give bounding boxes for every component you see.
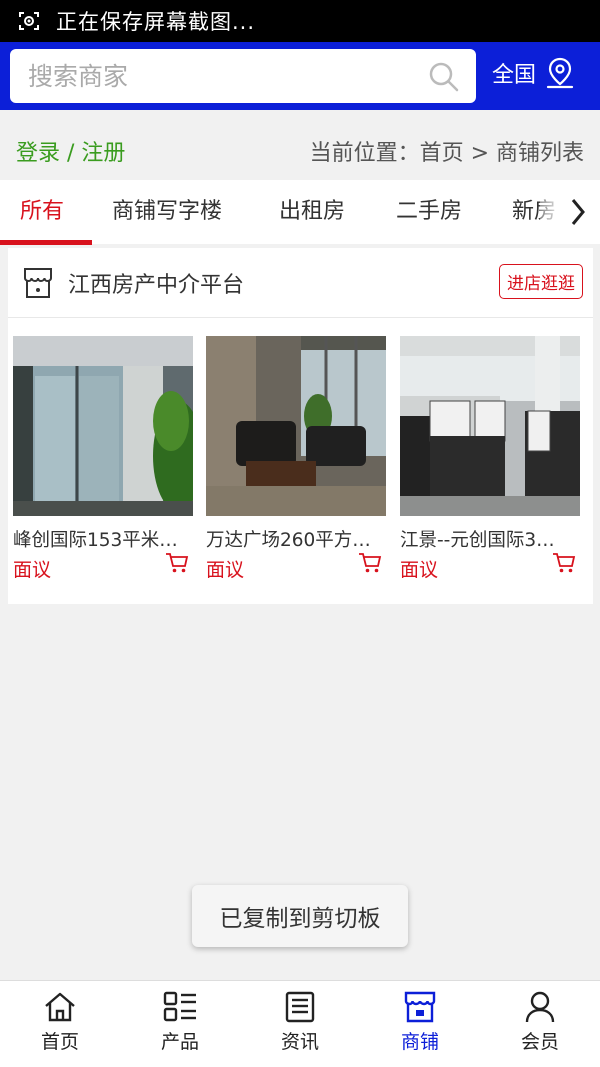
news-icon [285,991,315,1023]
user-icon [525,991,555,1023]
product-photo[interactable] [13,336,203,516]
region-label: 全国 [492,63,537,88]
copied-toast: 已复制到剪切板 [192,885,408,947]
chevron-right-icon [571,199,585,225]
product-photo[interactable] [400,336,580,516]
search-box[interactable] [10,49,476,103]
breadcrumb: 登录 / 注册 当前位置：首页 > 商铺列表 [0,124,600,178]
login-register-link[interactable]: 登录 / 注册 [16,135,125,167]
nav-products-label: 产品 [160,1031,199,1053]
screenshot-icon [19,12,39,30]
nav-shops[interactable]: 商铺 [360,981,480,1067]
status-bar: 正在保存屏幕截图... [0,0,600,42]
visit-shop-button[interactable]: 进店逛逛 [499,264,583,299]
tab-all[interactable]: 所有 [20,180,64,244]
search-input[interactable] [28,61,418,91]
cart-icon[interactable] [165,552,189,574]
cart-icon[interactable] [552,552,576,574]
product-card[interactable]: 万达广场260平方… 面议 [206,336,386,582]
product-title[interactable]: 万达广场260平方… [206,526,378,552]
region-selector[interactable]: 全国 [492,56,576,90]
active-tab-indicator [0,240,92,245]
current-location: 当前位置：首页 > 商铺列表 [309,141,584,166]
shop-card: 江西房产中介平台 进店逛逛 峰创国际153平米… 面议 万达广场260平方… 面… [8,248,593,604]
product-title[interactable]: 江景--元创国际3… [400,526,572,552]
nav-home[interactable]: 首页 [0,981,120,1067]
product-photo[interactable] [206,336,386,516]
product-card[interactable]: 峰创国际153平米… 面议 [13,336,203,582]
nav-products[interactable]: 产品 [120,981,240,1067]
nav-home-label: 首页 [40,1031,79,1053]
store-icon [404,991,436,1023]
shop-name: 江西房产中介平台 [68,272,245,298]
home-icon [45,992,75,1022]
cart-icon[interactable] [358,552,382,574]
grid-list-icon [163,991,196,1022]
nav-member[interactable]: 会员 [480,981,600,1067]
product-card[interactable]: 江景--元创国际3… 面议 [400,336,580,582]
product-title[interactable]: 峰创国际153平米… [13,526,185,552]
bottom-nav: 首页 产品 资讯 商铺 会员 [0,980,600,1067]
search-icon[interactable] [428,61,460,93]
tabs-scroll-right[interactable] [540,180,600,244]
nav-news[interactable]: 资讯 [240,981,360,1067]
status-text: 正在保存屏幕截图... [56,10,256,34]
category-tabs: 所有 商铺写字楼 出租房 二手房 新房 [0,180,600,244]
store-icon [24,267,52,298]
location-pin-icon [546,57,574,89]
header-bar: 全国 [0,42,600,110]
shop-header: 江西房产中介平台 进店逛逛 [8,248,593,318]
tab-second-hand[interactable]: 二手房 [396,180,462,244]
toast-text: 已复制到剪切板 [219,906,381,932]
tab-shop-office[interactable]: 商铺写字楼 [112,180,222,244]
tab-rental[interactable]: 出租房 [279,180,345,244]
nav-news-label: 资讯 [280,1031,319,1053]
nav-member-label: 会员 [520,1031,559,1053]
nav-shops-label: 商铺 [400,1031,439,1053]
